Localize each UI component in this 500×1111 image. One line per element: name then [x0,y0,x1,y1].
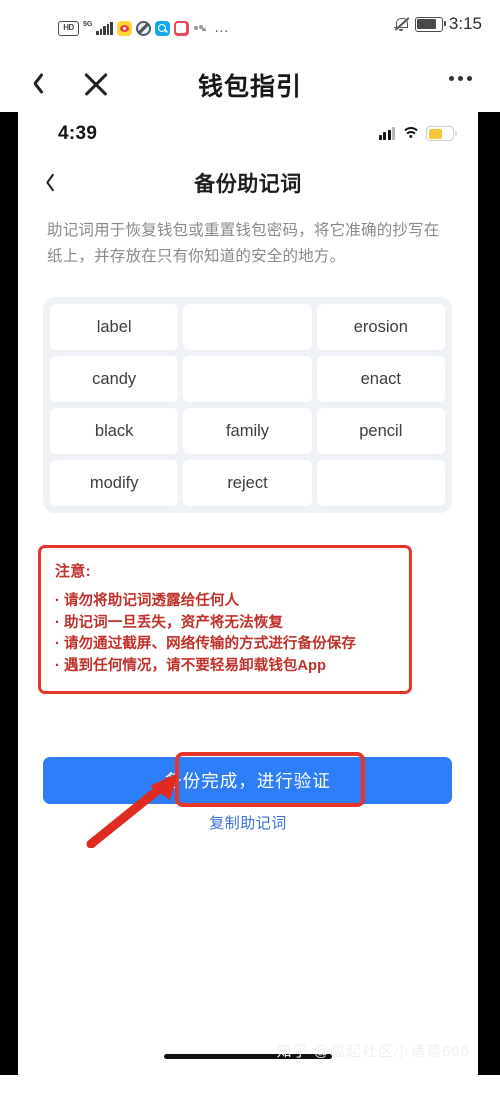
mnemonic-word-cell[interactable]: black [50,408,179,454]
signal-bars-icon [96,21,113,35]
inner-status-right [378,126,457,141]
mnemonic-word-cell[interactable]: pencil [316,408,445,454]
annotation-highlight-box [175,752,365,807]
warning-item: 遇到任何情况，请不要轻易卸载钱包App [55,656,395,678]
mnemonic-word-cell[interactable]: enact [316,356,445,402]
mnemonic-word-cell[interactable]: candy [50,356,179,402]
red-pointer-arrow [86,773,178,848]
warning-item: 请勿将助记词透露给任何人 [55,591,395,613]
outer-status-left: HD 5G … [58,19,230,36]
more-menu-button[interactable] [449,76,472,81]
mnemonic-word-cell[interactable]: erosion [316,304,445,350]
mnemonic-word-cell[interactable] [183,304,312,350]
mnemonic-word-cell[interactable] [316,460,445,506]
watermark: 知乎 @幅起社区小诸葛666 [276,1043,470,1060]
mnemonic-word-cell[interactable]: family [183,408,312,454]
mnemonic-word-cell[interactable]: reject [183,460,312,506]
outer-status-right: 3:15 [393,14,482,34]
mnemonic-word-grid: label erosion candy enact black family p… [43,297,452,513]
warning-item: 助记词一旦丢失，资产将无法恢复 [55,613,395,635]
wechat-miniapp-shell: HD 5G … 3:15 钱包指引 4:39 备份助记词 助记词用于恢复钱包或重… [0,0,500,1111]
hd-icon: HD [58,20,79,36]
weibo-icon [116,20,132,36]
outer-nav-bar: 钱包指引 [0,56,500,112]
overflow-dots-icon: … [213,19,230,36]
embedded-screenshot-frame: 4:39 备份助记词 助记词用于恢复钱包或重置钱包密码，将它准确的抄写在纸上，并… [0,112,500,1075]
battery-low-icon [426,126,457,141]
misc-app-icon [192,22,207,34]
inner-clock: 4:39 [58,123,98,144]
inner-page-title: 备份助记词 [194,173,302,196]
qq-browser-icon [154,20,170,36]
inner-status-bar: 4:39 [18,112,478,158]
page-title: 钱包指引 [197,73,302,101]
warning-title: 注意: [55,563,91,580]
outer-clock: 3:15 [448,14,482,33]
wifi-icon [401,127,420,140]
mnemonic-word-cell[interactable]: modify [50,460,179,506]
mnemonic-word-cell[interactable] [183,356,312,402]
description-text: 助记词用于恢复钱包或重置钱包密码，将它准确的抄写在纸上，并存放在只有你知道的安全… [47,222,440,265]
outer-status-bar: HD 5G … 3:15 [0,0,500,56]
warning-item: 请勿通过截屏、网络传输的方式进行备份保存 [55,634,395,656]
battery-icon [414,16,446,32]
warning-box: 注意: 请勿将助记词透露给任何人 助记词一旦丢失，资产将无法恢复 请勿通过截屏、… [38,545,412,694]
inner-nav-bar: 备份助记词 [18,158,478,210]
network-type-label: 5G [83,20,93,28]
bell-muted-icon [393,16,410,33]
mnemonic-word-cell[interactable]: label [50,304,179,350]
embedded-screenshot: 4:39 备份助记词 助记词用于恢复钱包或重置钱包密码，将它准确的抄写在纸上，并… [18,112,478,1075]
signal-bars-icon [378,127,395,140]
pink-app-icon [173,20,189,36]
globe-icon [135,20,151,36]
